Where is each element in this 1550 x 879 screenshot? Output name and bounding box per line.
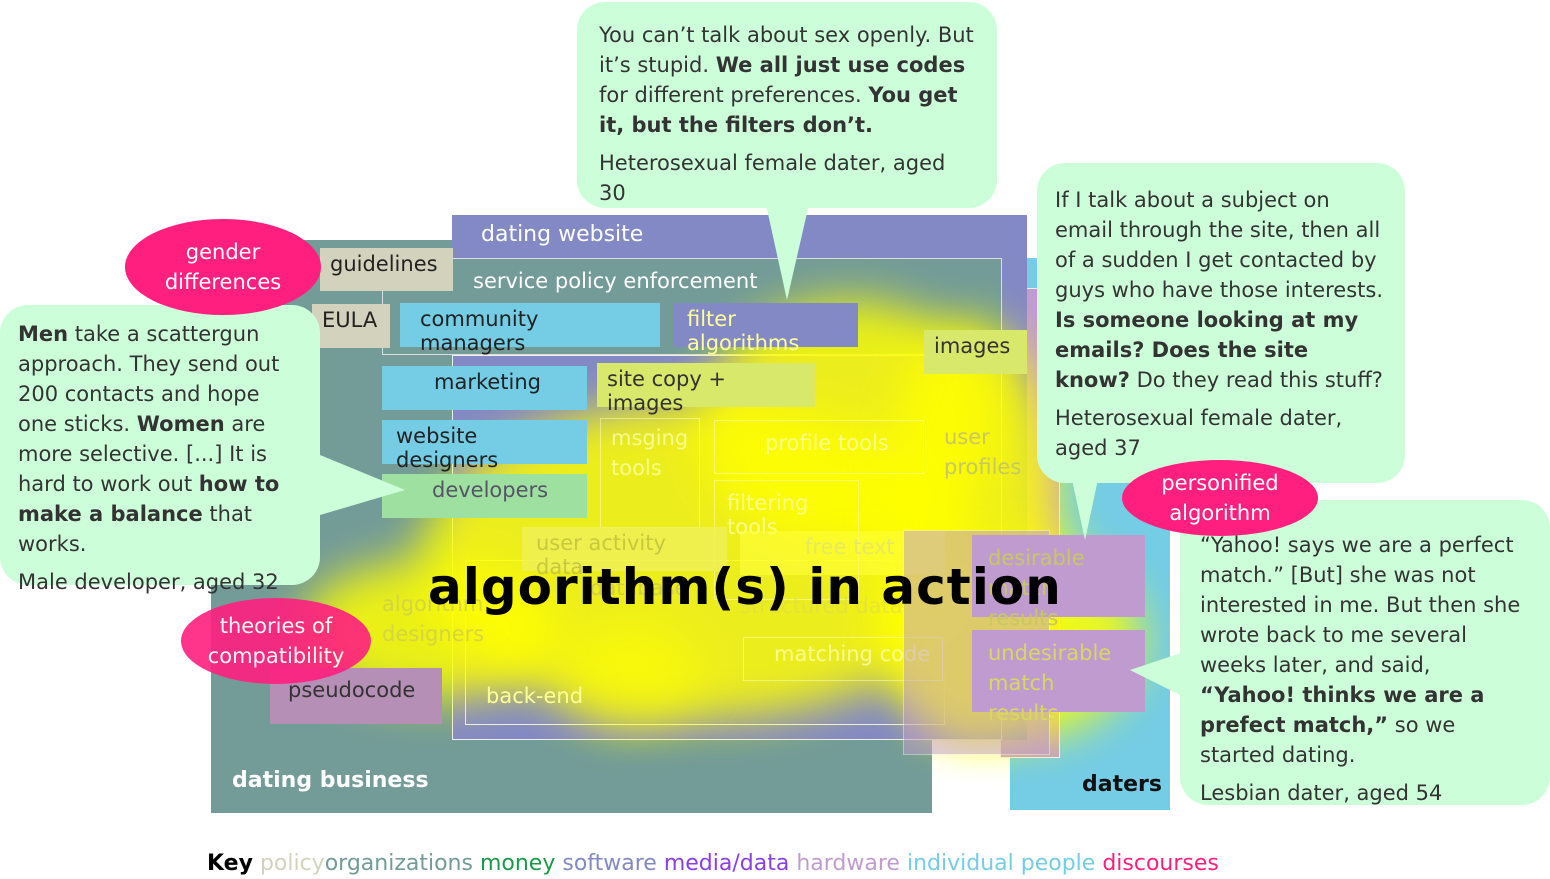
key-policy: policy [259, 851, 325, 876]
quote-top: You can’t talk about sex openly. But it’… [577, 2, 997, 208]
quote-left: Men take a scattergun approach. They sen… [0, 305, 320, 594]
key-software: software [562, 851, 657, 876]
quote-text: “Yahoo! says we are a perfect match.” [B… [1200, 533, 1521, 767]
key-money: money [479, 851, 556, 876]
discourse-personified-algorithm: personified algorithm [1122, 460, 1318, 536]
quote-source: Male developer, aged 32 [18, 570, 279, 594]
quote-text: If I talk about a subject on email throu… [1055, 188, 1384, 392]
key-discourses: discourses [1102, 851, 1219, 876]
key-media-data: media/data [663, 851, 790, 876]
key-label: Key [207, 851, 253, 876]
quote-source: Heterosexual female dater, aged 37 [1055, 406, 1343, 460]
key-hardware: hardware [796, 851, 900, 876]
key-individual-people: individual people [906, 851, 1096, 876]
quote-source: Lesbian dater, aged 54 [1200, 781, 1443, 805]
quote-text: You can’t talk about sex openly. But it’… [599, 23, 974, 137]
quote-right-top: If I talk about a subject on email throu… [1037, 163, 1405, 483]
discourse-theories-of-compatibility: theories of compatibility [181, 598, 371, 684]
quote-text: Men take a scattergun approach. They sen… [18, 322, 280, 556]
key-legend: Key policyorganizations money software m… [207, 851, 1219, 876]
discourse-gender-differences: gender differences [125, 219, 321, 315]
quote-right-bottom: “Yahoo! says we are a perfect match.” [B… [1180, 500, 1550, 805]
quote-source: Heterosexual female dater, aged 30 [599, 151, 946, 205]
key-organizations: organizations [324, 851, 473, 876]
